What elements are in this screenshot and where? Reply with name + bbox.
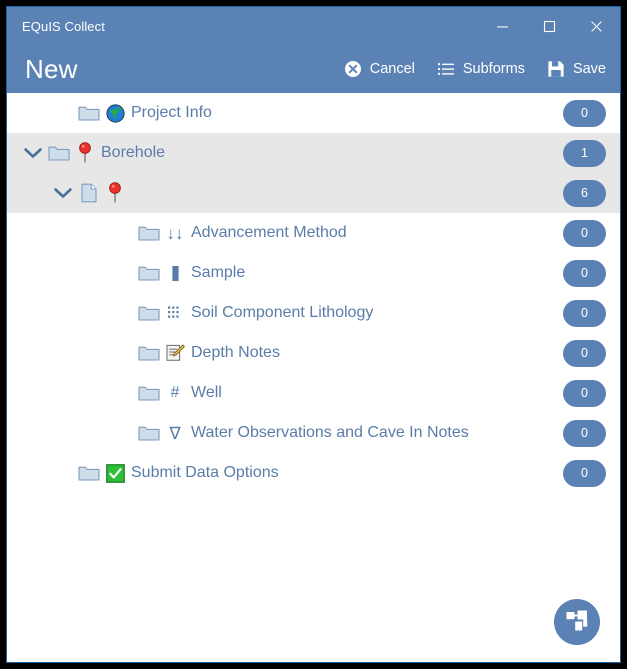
double-down-arrow-icon: ↓↓	[166, 223, 184, 243]
filled-rect-icon	[164, 262, 186, 284]
tree-row[interactable]: Borehole 1	[7, 133, 620, 173]
map-pin-icon	[74, 142, 96, 164]
nabla-triangle-icon: ∇	[169, 423, 181, 443]
tree-row-label: Submit Data Options	[131, 464, 279, 481]
tree-row-label: Well	[191, 384, 222, 401]
cancel-button[interactable]: Cancel	[344, 60, 415, 79]
record-count-badge: 6	[563, 179, 606, 207]
save-button-label: Save	[572, 61, 606, 77]
folder-icon	[137, 222, 161, 244]
record-count-badge: 0	[563, 419, 606, 447]
tree-row-label: Project Info	[131, 104, 212, 121]
folder-icon	[77, 462, 101, 484]
form-tree[interactable]: Project Info 0 Borehole 1 6 ↓↓ Advancement Met…	[7, 93, 620, 662]
tree-row-label: Soil Component Lithology	[191, 304, 374, 321]
window-controls	[479, 7, 620, 45]
record-count-badge: 0	[563, 339, 606, 367]
record-count-badge: 0	[563, 379, 606, 407]
record-count-badge: 0	[563, 219, 606, 247]
grid-dots-icon	[164, 302, 186, 324]
tree-row[interactable]: Depth Notes 0	[7, 333, 620, 373]
map-pin-icon	[104, 182, 126, 204]
hash-icon: #	[170, 384, 180, 401]
page-title: New	[25, 54, 78, 84]
tree-row-label: Borehole	[101, 144, 166, 161]
green-check-icon	[104, 462, 126, 484]
document-icon	[77, 182, 101, 204]
tree-row[interactable]: Sample 0	[7, 253, 620, 293]
floppy-disk-icon	[547, 60, 566, 79]
tree-row[interactable]: Submit Data Options 0	[7, 453, 620, 493]
minimize-button[interactable]	[479, 7, 526, 45]
tree-row[interactable]: 6	[7, 173, 620, 213]
subforms-button-label: Subforms	[462, 61, 525, 77]
record-count-badge: 0	[563, 99, 606, 127]
maximize-button[interactable]	[526, 7, 573, 45]
app-title: EQuIS Collect	[22, 18, 105, 34]
chevron-down-icon[interactable]	[19, 139, 47, 167]
folder-icon	[77, 102, 101, 124]
record-count-badge: 1	[563, 139, 606, 167]
record-count-badge: 0	[563, 299, 606, 327]
tree-row[interactable]: ↓↓ Advancement Method 0	[7, 213, 620, 253]
record-count-badge: 0	[563, 459, 606, 487]
folder-icon	[47, 142, 71, 164]
tree-row[interactable]: Project Info 0	[7, 93, 620, 133]
tree-row[interactable]: # Well 0	[7, 373, 620, 413]
command-bar: New Cancel Subforms Save	[7, 45, 620, 93]
tree-row-label: Advancement Method	[191, 224, 347, 241]
cancel-button-label: Cancel	[369, 61, 415, 77]
folder-icon	[137, 422, 161, 444]
list-icon	[437, 60, 456, 79]
tree-row-label: Sample	[191, 264, 246, 281]
form-tree-rows: Project Info 0 Borehole 1 6 ↓↓ Advancement Met…	[7, 93, 620, 493]
hierarchy-icon	[564, 608, 590, 637]
folder-icon	[137, 262, 161, 284]
note-pencil-icon	[164, 342, 186, 364]
save-button[interactable]: Save	[547, 60, 606, 79]
tree-row[interactable]: Soil Component Lithology 0	[7, 293, 620, 333]
tree-row[interactable]: ∇ Water Observations and Cave In Notes 0	[7, 413, 620, 453]
cancel-circle-icon	[344, 60, 363, 79]
folder-icon	[137, 382, 161, 404]
tree-row-label: Water Observations and Cave In Notes	[191, 424, 469, 441]
app-window: EQuIS Collect New Cancel Subforms Save P…	[6, 6, 621, 663]
folder-icon	[137, 302, 161, 324]
globe-icon	[104, 102, 126, 124]
tree-row-label: Depth Notes	[191, 344, 280, 361]
folder-icon	[137, 342, 161, 364]
title-bar: EQuIS Collect	[7, 7, 620, 45]
subforms-button[interactable]: Subforms	[437, 60, 525, 79]
record-count-badge: 0	[563, 259, 606, 287]
close-button[interactable]	[573, 7, 620, 45]
subforms-fab-button[interactable]	[554, 599, 600, 645]
command-actions: Cancel Subforms Save	[344, 60, 606, 79]
chevron-down-icon[interactable]	[49, 179, 77, 207]
